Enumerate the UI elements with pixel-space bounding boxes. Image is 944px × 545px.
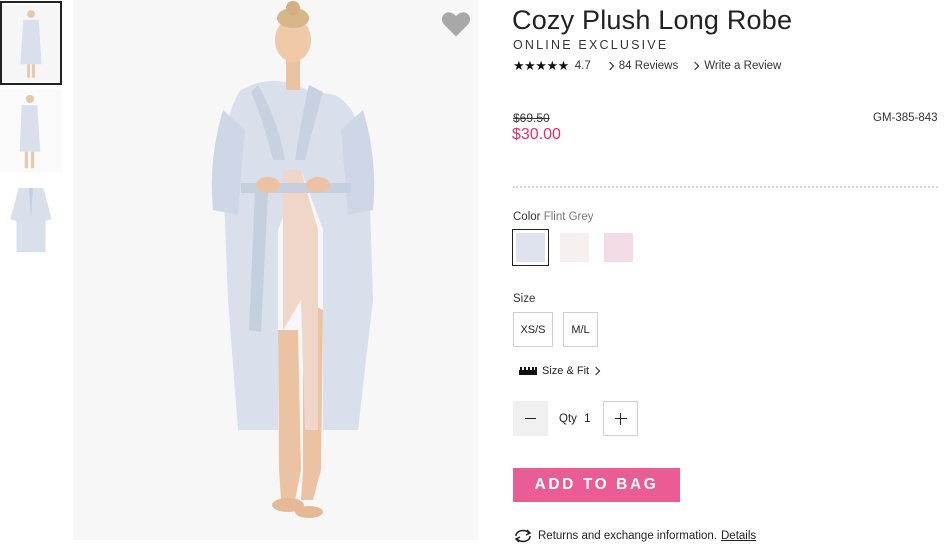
ruler-icon xyxy=(519,367,537,375)
thumbnail-side-image xyxy=(0,89,62,173)
chevron-right-icon xyxy=(605,61,615,71)
rating-stars-icon: ★★★★★ xyxy=(513,58,569,73)
product-main-image[interactable] xyxy=(73,0,478,540)
write-review-label: Write a Review xyxy=(704,60,782,72)
color-swatch-ivory[interactable] xyxy=(557,230,592,265)
plus-icon-vertical xyxy=(619,412,622,425)
thumbnail-front-image xyxy=(2,4,60,82)
rating-row: ★★★★★ 4.7 84 Reviews Write a Review xyxy=(513,58,795,74)
product-sku: GM-385-843 xyxy=(873,112,938,124)
rating-value: 4.7 xyxy=(574,60,591,72)
quantity-value: 1 xyxy=(584,413,591,425)
returns-details-link[interactable]: Details xyxy=(721,530,756,542)
returns-exchange-icon xyxy=(514,529,532,543)
size-option-xs-s[interactable]: XS/S xyxy=(513,312,553,347)
chevron-right-icon xyxy=(591,366,601,376)
reviews-link[interactable]: 84 Reviews xyxy=(605,60,679,72)
favorite-heart-icon[interactable] xyxy=(441,10,471,38)
sale-price: $30.00 xyxy=(512,126,561,143)
size-fit-link[interactable]: Size & Fit xyxy=(519,365,601,377)
quantity-label: Qty xyxy=(559,413,577,425)
product-title: Cozy Plush Long Robe xyxy=(512,5,793,35)
selected-color-name: Flint Grey xyxy=(543,211,594,223)
thumbnail-front[interactable] xyxy=(0,1,62,85)
thumbnail-flat[interactable] xyxy=(0,177,62,261)
model-in-robe-image xyxy=(73,0,478,540)
add-to-bag-button[interactable]: ADD TO BAG xyxy=(513,468,680,502)
color-label-text: Color xyxy=(513,211,541,223)
size-fit-label: Size & Fit xyxy=(542,365,590,377)
minus-icon xyxy=(525,417,536,420)
swatch-fill xyxy=(516,233,545,262)
thumbnail-flat-image xyxy=(0,177,62,261)
section-divider xyxy=(513,186,938,188)
returns-info: Returns and exchange information. Detail… xyxy=(513,529,756,543)
size-option-m-l[interactable]: M/L xyxy=(563,312,598,347)
thumbnail-side[interactable] xyxy=(0,89,62,173)
reviews-link-label: 84 Reviews xyxy=(618,60,679,72)
swatch-fill xyxy=(560,233,589,262)
online-exclusive-badge: ONLINE EXCLUSIVE xyxy=(513,38,669,52)
quantity-increase-button[interactable] xyxy=(603,401,638,436)
chevron-right-icon xyxy=(690,61,700,71)
quantity-decrease-button[interactable] xyxy=(513,401,548,436)
color-swatch-flint-grey[interactable] xyxy=(512,229,549,266)
color-label: Color Flint Grey xyxy=(513,211,594,223)
original-price: $69.50 xyxy=(513,111,550,125)
color-swatch-pink[interactable] xyxy=(601,230,636,265)
returns-text: Returns and exchange information. xyxy=(538,530,717,542)
swatch-fill xyxy=(604,233,633,262)
size-label: Size xyxy=(513,293,536,305)
quantity-display: Qty 1 xyxy=(559,413,591,425)
write-review-link[interactable]: Write a Review xyxy=(690,60,782,72)
